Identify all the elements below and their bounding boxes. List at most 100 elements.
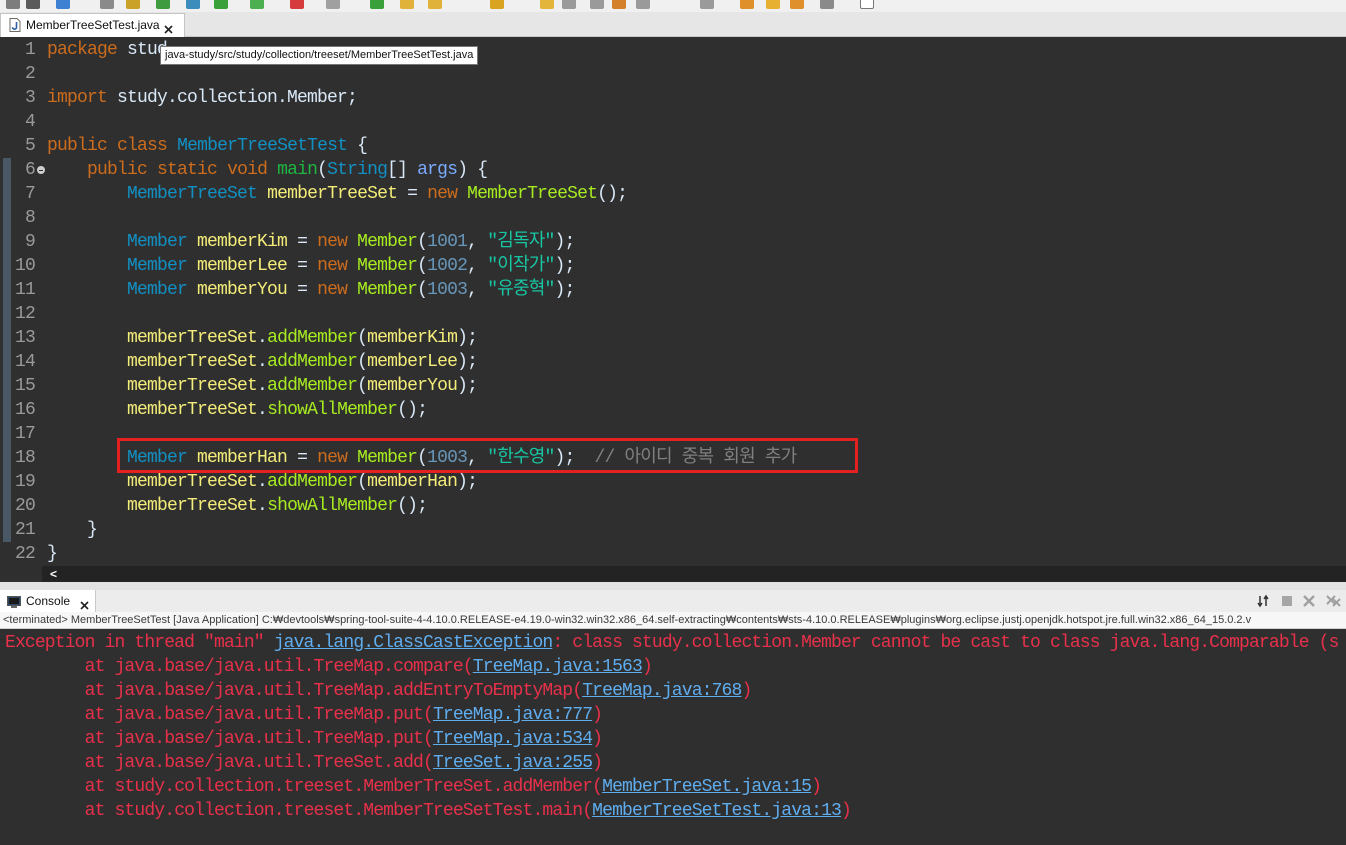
code-text[interactable]: memberTreeSet.addMember(memberLee); [47, 350, 478, 374]
console-output[interactable]: Exception in thread "main" java.lang.Cla… [0, 629, 1346, 845]
code-line[interactable]: 10 Member memberLee = new Member(1002, "… [0, 254, 1346, 278]
code-text[interactable]: memberTreeSet.addMember(memberYou); [47, 374, 478, 398]
code-text[interactable]: memberTreeSet.addMember(memberHan); [47, 470, 478, 494]
open-type-icon[interactable] [56, 0, 70, 9]
code-token: ( [417, 280, 428, 300]
stacktrace-link[interactable]: java.lang.ClassCastException [274, 633, 554, 653]
horizontal-scrollbar[interactable]: < [42, 566, 1346, 582]
new-class-icon[interactable] [490, 0, 504, 9]
console-tab[interactable]: Console [0, 590, 96, 612]
fold-collapse-icon[interactable] [37, 166, 45, 174]
code-line[interactable]: 6 public static void main(String[] args)… [0, 158, 1346, 182]
code-text[interactable]: } [47, 518, 98, 542]
toggle-breakpoint-icon[interactable] [290, 0, 304, 9]
skip-breakpoints-icon[interactable] [326, 0, 340, 9]
close-icon[interactable] [80, 597, 89, 610]
stacktrace-link[interactable]: MemberTreeSet.java:15 [602, 777, 812, 797]
stacktrace-link[interactable]: TreeMap.java:768 [582, 681, 742, 701]
code-line[interactable]: 21 } [0, 518, 1346, 542]
new-icon[interactable] [6, 0, 20, 9]
code-token: MemberTreeSetTest [177, 136, 348, 156]
stacktrace-link[interactable]: MemberTreeSetTest.java:13 [592, 801, 842, 821]
stacktrace-link[interactable]: TreeMap.java:1563 [473, 657, 643, 677]
editor-tab[interactable]: MemberTreeSetTest.java [0, 13, 185, 37]
maximize-icon[interactable] [860, 0, 874, 9]
stacktrace-link[interactable]: TreeMap.java:777 [433, 705, 593, 725]
last-edit-location-icon[interactable] [766, 0, 780, 9]
terminate-icon[interactable] [1280, 594, 1294, 608]
word-wrap-icon[interactable] [636, 0, 650, 9]
code-line[interactable]: 12 [0, 302, 1346, 326]
save-all-icon[interactable] [126, 0, 140, 9]
editor-tab-label[interactable]: MemberTreeSetTest.java [26, 14, 160, 36]
code-line[interactable]: 20 memberTreeSet.showAllMember(); [0, 494, 1346, 518]
code-token: memberTreeSet [127, 328, 258, 348]
close-icon[interactable] [164, 21, 173, 34]
code-token: . [257, 496, 268, 516]
code-line[interactable]: 11 Member memberYou = new Member(1003, "… [0, 278, 1346, 302]
new-package-icon[interactable] [428, 0, 442, 9]
code-text[interactable]: package stud [47, 38, 168, 62]
code-text[interactable]: } [47, 542, 58, 566]
code-line[interactable]: 2 [0, 62, 1346, 86]
code-line[interactable]: 9 Member memberKim = new Member(1001, "김… [0, 230, 1346, 254]
code-line[interactable]: 4 [0, 110, 1346, 134]
code-line[interactable]: 7 MemberTreeSet memberTreeSet = new Memb… [0, 182, 1346, 206]
stacktrace-link[interactable]: TreeMap.java:534 [433, 729, 593, 749]
code-text[interactable]: Member memberLee = new Member(1002, "이작가… [47, 254, 575, 278]
coverage-icon[interactable] [250, 0, 264, 9]
code-editor[interactable]: 1 package stud 2 3 import study.collection.M… [0, 37, 1346, 582]
line-number: 11 [14, 280, 36, 300]
code-line[interactable]: 5 public class MemberTreeSetTest { [0, 134, 1346, 158]
code-token: String [327, 160, 388, 180]
code-line[interactable]: 15 memberTreeSet.addMember(memberYou); [0, 374, 1346, 398]
line-number: 3 [24, 88, 36, 108]
code-text[interactable]: MemberTreeSet memberTreeSet = new Member… [47, 182, 628, 206]
line-number: 16 [14, 400, 36, 420]
scroll-left-icon[interactable]: < [50, 566, 57, 582]
toggle-mark-occurrences-icon[interactable] [590, 0, 604, 9]
annotation-icon[interactable] [612, 0, 626, 9]
show-whitespace-icon[interactable] [700, 0, 714, 9]
run-icon[interactable] [370, 0, 384, 9]
code-text[interactable]: Member memberKim = new Member(1001, "김독자… [47, 230, 575, 254]
new-java-project-icon[interactable] [400, 0, 414, 9]
code-line[interactable]: 22} [0, 542, 1346, 566]
code-text[interactable]: memberTreeSet.showAllMember(); [47, 398, 428, 422]
code-line[interactable]: 14 memberTreeSet.addMember(memberLee); [0, 350, 1346, 374]
save-icon[interactable] [100, 0, 114, 9]
code-token: . [257, 328, 268, 348]
code-token: . [257, 352, 268, 372]
remove-all-terminated-icon[interactable] [1326, 594, 1341, 608]
code-text[interactable]: memberTreeSet.showAllMember(); [47, 494, 428, 518]
remove-launch-icon[interactable] [1302, 594, 1316, 608]
debug-icon[interactable] [156, 0, 170, 9]
external-tools-icon[interactable] [214, 0, 228, 9]
code-line[interactable]: 19 memberTreeSet.addMember(memberHan); [0, 470, 1346, 494]
display-console-icon[interactable] [1256, 594, 1270, 608]
console-tab-label[interactable]: Console [26, 590, 70, 612]
back-icon[interactable] [740, 0, 754, 9]
forward-icon[interactable] [790, 0, 804, 9]
panel-sash[interactable] [0, 582, 1346, 590]
code-text[interactable]: import study.collection.Member; [47, 86, 358, 110]
code-line[interactable]: 8 [0, 206, 1346, 230]
code-line[interactable]: 3 import study.collection.Member; [0, 86, 1346, 110]
code-text[interactable]: public static void main(String[] args) { [47, 158, 488, 182]
editor-tab-bar: MemberTreeSetTest.java [0, 12, 1346, 37]
code-line[interactable]: 16 memberTreeSet.showAllMember(); [0, 398, 1346, 422]
code-token: new [317, 256, 348, 276]
next-annotation-icon[interactable] [820, 0, 834, 9]
open-task-icon[interactable] [562, 0, 576, 9]
stacktrace-link[interactable]: TreeSet.java:255 [433, 753, 593, 773]
new-dropdown-icon[interactable] [26, 0, 40, 9]
code-line[interactable]: 13 memberTreeSet.addMember(memberKim); [0, 326, 1346, 350]
code-text[interactable]: Member memberYou = new Member(1003, "유중혁… [47, 278, 575, 302]
code-text[interactable]: memberTreeSet.addMember(memberKim); [47, 326, 478, 350]
run-dropdown-icon[interactable] [186, 0, 200, 9]
code-lines[interactable]: 1 package stud 2 3 import study.collection.M… [0, 38, 1346, 566]
search-icon[interactable] [540, 0, 554, 9]
code-text[interactable]: public class MemberTreeSetTest { [47, 134, 368, 158]
